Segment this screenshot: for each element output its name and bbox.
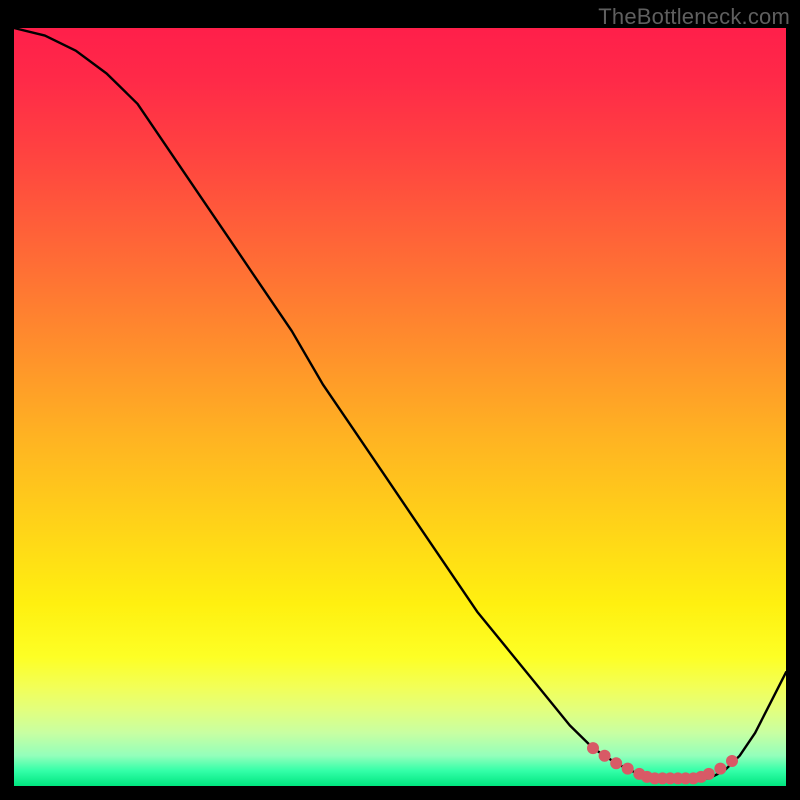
marker-dot [714, 763, 726, 775]
marker-dot [703, 768, 715, 780]
marker-dot [610, 757, 622, 769]
marker-dot [587, 742, 599, 754]
chart-frame: TheBottleneck.com [0, 0, 800, 800]
watermark-text: TheBottleneck.com [598, 4, 790, 30]
marker-dot [726, 755, 738, 767]
marker-dot [599, 750, 611, 762]
bottom-markers [587, 742, 738, 784]
curve-path [14, 28, 786, 778]
chart-svg [14, 28, 786, 786]
plot-area [14, 28, 786, 786]
marker-dot [622, 763, 634, 775]
